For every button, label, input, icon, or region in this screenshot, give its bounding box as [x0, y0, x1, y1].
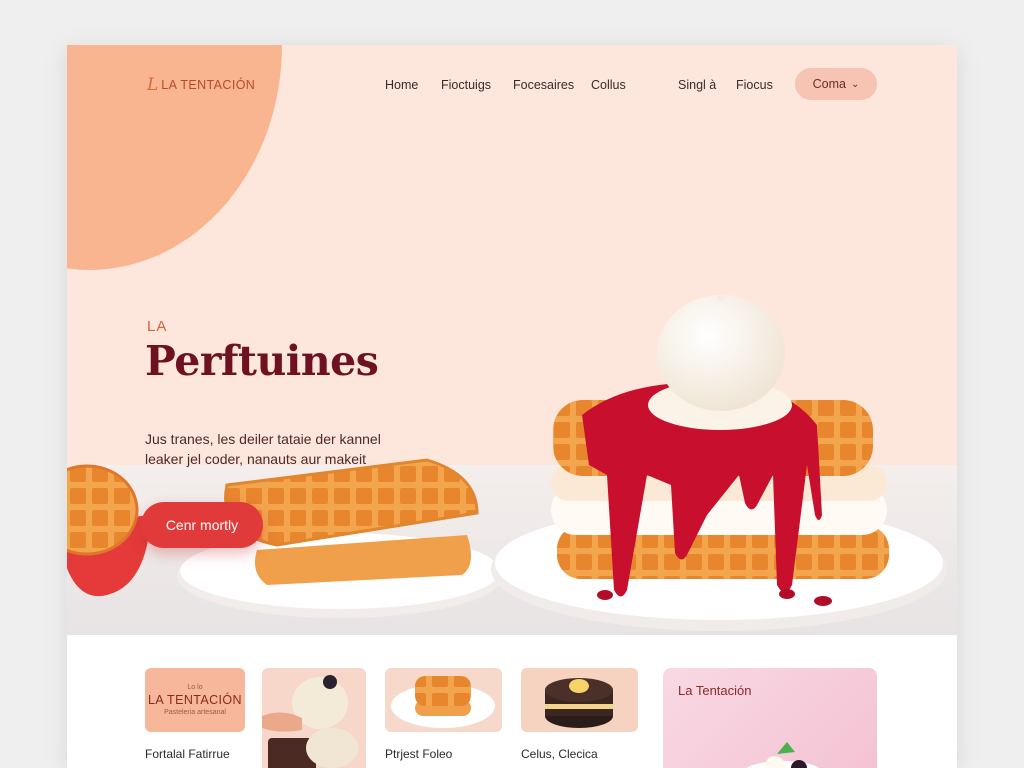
waffle-plate-image — [391, 676, 495, 728]
left-waffle-dish — [67, 464, 151, 597]
nav-link-products[interactable]: Fioctuigs — [441, 78, 491, 92]
hero-eyebrow: LA — [147, 318, 168, 335]
card-caption: Ptrjest Foleo — [385, 747, 453, 761]
product-card[interactable]: Ptrjest Foleo — [385, 668, 502, 761]
thumb-sub-text: Pasteleria artesanal — [164, 709, 226, 716]
promo-card[interactable]: La Tentación — [663, 668, 877, 768]
thumb-small-text: Lo lo — [187, 684, 203, 691]
nav-link-single[interactable]: Singl à — [678, 78, 716, 92]
hero-lead-line-2: leaker jel coder, nanauts aur makeit — [145, 451, 367, 467]
berry-dessert-image — [746, 742, 820, 768]
card-thumb-dessert — [262, 668, 366, 768]
product-card[interactable] — [262, 668, 366, 768]
hero-headline: Perftuines — [145, 337, 379, 385]
nav-button-label: Coma — [812, 77, 846, 91]
hero-cta-button[interactable]: Cenr mortly — [141, 502, 263, 548]
card-caption: Fortalal Fatirrue — [145, 747, 230, 761]
product-card[interactable]: Celus, Clecica — [521, 668, 638, 761]
chevron-down-icon: ⌄ — [850, 78, 860, 90]
chocolate-cake-image — [545, 678, 613, 728]
nav-link-home[interactable]: Home — [385, 78, 418, 92]
card-thumb-brand: Lo lo LA TENTACIÓN Pasteleria artesanal — [145, 668, 245, 732]
hero-lead: Jus tranes, les deiler tataie der kannel… — [145, 429, 425, 469]
card-caption: Celus, Clecica — [521, 747, 598, 761]
nav-link-collections[interactable]: Collus — [591, 78, 626, 92]
thumb-brand-name: LA TENTACIÓN — [148, 693, 242, 707]
nav-link-services[interactable]: Focesaires — [513, 78, 574, 92]
ice-cream-dessert-image — [262, 675, 358, 768]
promo-title: La Tentación — [678, 683, 752, 698]
product-card[interactable]: Lo lo LA TENTACIÓN Pasteleria artesanal … — [145, 668, 245, 761]
card-thumb-waffle — [385, 668, 502, 732]
nav-dropdown-button[interactable]: Coma ⌄ — [795, 68, 877, 100]
product-strip: Lo lo LA TENTACIÓN Pasteleria artesanal … — [67, 635, 957, 768]
hero-lead-line-1: Jus tranes, les deiler tataie der kannel — [145, 431, 381, 447]
nav-link-focus[interactable]: Fiocus — [736, 78, 773, 92]
hero-section: L LA TENTACIÓN Home Fioctuigs Focesaires… — [67, 45, 957, 635]
card-thumb-cake — [521, 668, 638, 732]
page-frame: L LA TENTACIÓN Home Fioctuigs Focesaires… — [67, 45, 957, 768]
waffle-stack-plate — [491, 295, 947, 631]
